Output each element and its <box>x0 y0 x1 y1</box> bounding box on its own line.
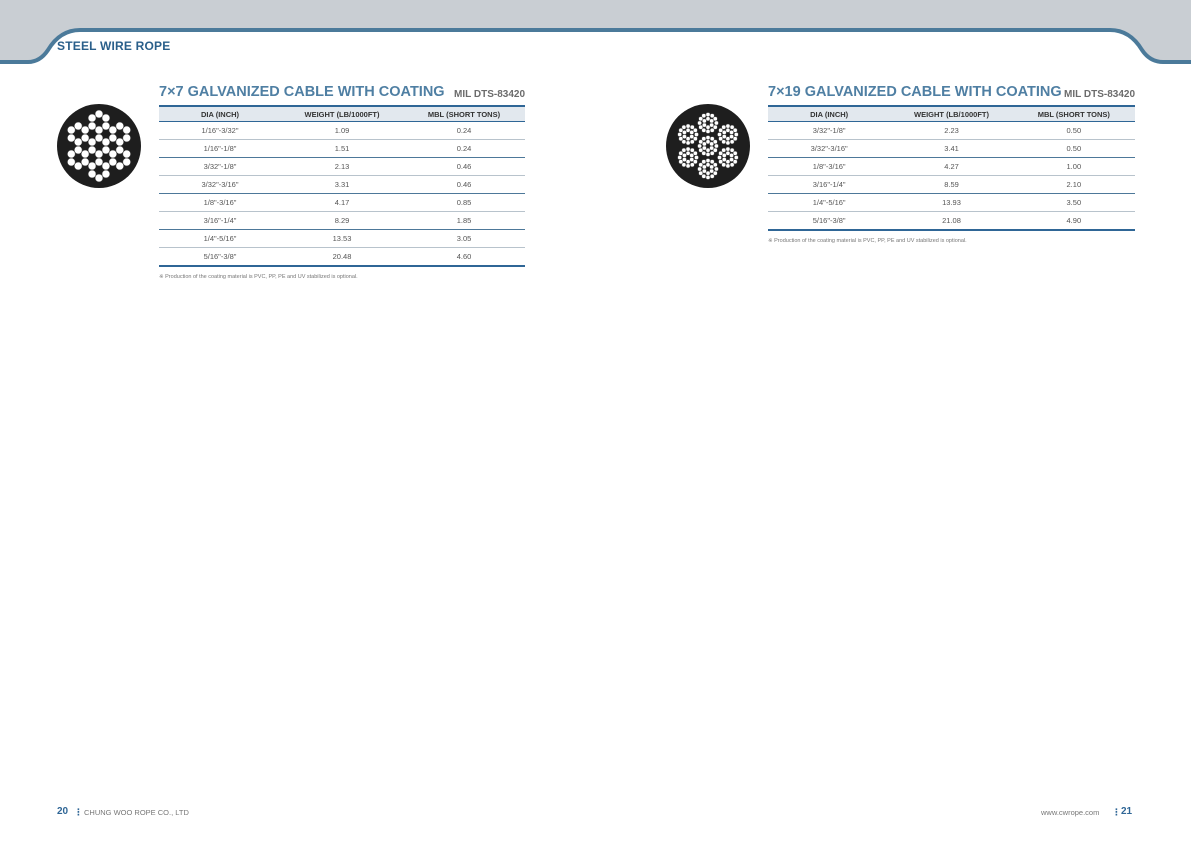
weight-cell: 1.51 <box>281 139 403 158</box>
section-spec: MIL DTS-83420 <box>1064 89 1135 100</box>
mbl-cell: 4.60 <box>403 247 525 267</box>
mbl-cell: 1.85 <box>403 211 525 230</box>
section-7x7: 7×7 GALVANIZED CABLE WITH COATING MIL DT… <box>159 84 525 289</box>
section-title: 7×19 GALVANIZED CABLE WITH COATING <box>768 84 1062 100</box>
mbl-cell: 3.05 <box>403 229 525 248</box>
table-row: 3/32"-1/8" 2.23 0.50 <box>768 121 1135 140</box>
weight-cell: 20.48 <box>281 247 403 267</box>
weight-cell: 3.41 <box>890 139 1013 158</box>
dia-cell: 3/16"-1/4" <box>768 175 891 194</box>
weight-cell: 2.13 <box>281 157 403 176</box>
dia-cell: 3/32"-1/8" <box>159 157 281 176</box>
mbl-cell: 0.50 <box>1012 121 1135 140</box>
weight-cell: 21.08 <box>890 211 1013 231</box>
mbl-cell: 3.50 <box>1012 193 1135 212</box>
table-row: 1/8"-3/16" 4.27 1.00 <box>768 157 1135 176</box>
dia-cell: 3/32"-1/8" <box>768 121 891 140</box>
table-row: 3/16"-1/4" 8.29 1.85 <box>159 211 525 230</box>
dia-cell: 1/4"-5/16" <box>159 229 281 248</box>
dia-cell: 5/16"-3/8" <box>159 247 281 267</box>
mbl-cell: 0.24 <box>403 139 525 158</box>
rope-7x7-cross-section <box>57 104 141 188</box>
table-row: 3/32"-3/16" 3.31 0.46 <box>159 175 525 194</box>
table-row: 5/16"-3/8" 21.08 4.90 <box>768 211 1135 231</box>
dia-cell: 1/4"-5/16" <box>768 193 891 212</box>
mbl-cell: 0.46 <box>403 157 525 176</box>
page-number-right: 21 <box>1121 806 1133 817</box>
dia-cell: 1/8"-3/16" <box>159 193 281 212</box>
weight-cell: 1.09 <box>281 121 403 140</box>
mbl-cell: 2.10 <box>1012 175 1135 194</box>
mbl-cell: 1.00 <box>1012 157 1135 176</box>
weight-cell: 2.23 <box>890 121 1013 140</box>
weight-cell: 8.59 <box>890 175 1013 194</box>
table-row: 1/16"-1/8" 1.51 0.24 <box>159 139 525 158</box>
col-mbl: MBL (SHORT TONS) <box>1012 105 1135 122</box>
footer-separator-left: ⋮ <box>74 807 83 817</box>
mbl-cell: 0.46 <box>403 175 525 194</box>
mbl-cell: 0.24 <box>403 121 525 140</box>
table-row: 1/4"-5/16" 13.93 3.50 <box>768 193 1135 212</box>
weight-cell: 4.17 <box>281 193 403 212</box>
col-weight: WEIGHT (LB/1000FT) <box>890 105 1013 122</box>
section-spec: MIL DTS-83420 <box>454 89 525 100</box>
section-7x19: 7×19 GALVANIZED CABLE WITH COATING MIL D… <box>768 84 1135 254</box>
col-weight: WEIGHT (LB/1000FT) <box>281 105 403 122</box>
company-name: CHUNG WOO ROPE CO., LTD <box>84 808 189 817</box>
table-row: 3/16"-1/4" 8.59 2.10 <box>768 175 1135 194</box>
dia-cell: 5/16"-3/8" <box>768 211 891 231</box>
mbl-cell: 0.85 <box>403 193 525 212</box>
weight-cell: 13.93 <box>890 193 1013 212</box>
dia-cell: 1/16"-3/32" <box>159 121 281 140</box>
mbl-cell: 0.50 <box>1012 139 1135 158</box>
weight-cell: 8.29 <box>281 211 403 230</box>
weight-cell: 3.31 <box>281 175 403 194</box>
coating-note: ※ Production of the coating material is … <box>768 238 967 244</box>
col-dia: DIA (INCH) <box>768 105 891 122</box>
weight-cell: 4.27 <box>890 157 1013 176</box>
mbl-cell: 4.90 <box>1012 211 1135 231</box>
dia-cell: 1/16"-1/8" <box>159 139 281 158</box>
dia-cell: 3/16"-1/4" <box>159 211 281 230</box>
section-title: 7×7 GALVANIZED CABLE WITH COATING <box>159 84 445 100</box>
dia-cell: 3/32"-3/16" <box>159 175 281 194</box>
rope-7x19-cross-section <box>666 104 750 188</box>
spec-table-7x7: DIA (INCH) WEIGHT (LB/1000FT) MBL (SHORT… <box>159 105 525 267</box>
spec-table-7x19: DIA (INCH) WEIGHT (LB/1000FT) MBL (SHORT… <box>768 105 1135 231</box>
page-number-left: 20 <box>57 806 69 817</box>
col-dia: DIA (INCH) <box>159 105 281 122</box>
table-row: 1/4"-5/16" 13.53 3.05 <box>159 229 525 248</box>
dia-cell: 1/8"-3/16" <box>768 157 891 176</box>
table-row: 1/16"-3/32" 1.09 0.24 <box>159 121 525 140</box>
weight-cell: 13.53 <box>281 229 403 248</box>
website-url[interactable]: www.cwrope.com <box>1041 808 1099 817</box>
dia-cell: 3/32"-3/16" <box>768 139 891 158</box>
col-mbl: MBL (SHORT TONS) <box>403 105 525 122</box>
table-row: 1/8"-3/16" 4.17 0.85 <box>159 193 525 212</box>
table-row: 3/32"-1/8" 2.13 0.46 <box>159 157 525 176</box>
header-band <box>0 0 1191 70</box>
brand-title: STEEL WIRE ROPE <box>57 39 171 53</box>
table-row: 5/16"-3/8" 20.48 4.60 <box>159 247 525 267</box>
table-row: 3/32"-3/16" 3.41 0.50 <box>768 139 1135 158</box>
coating-note: ※ Production of the coating material is … <box>159 274 358 280</box>
footer-separator-right: ⋮ <box>1112 807 1121 817</box>
